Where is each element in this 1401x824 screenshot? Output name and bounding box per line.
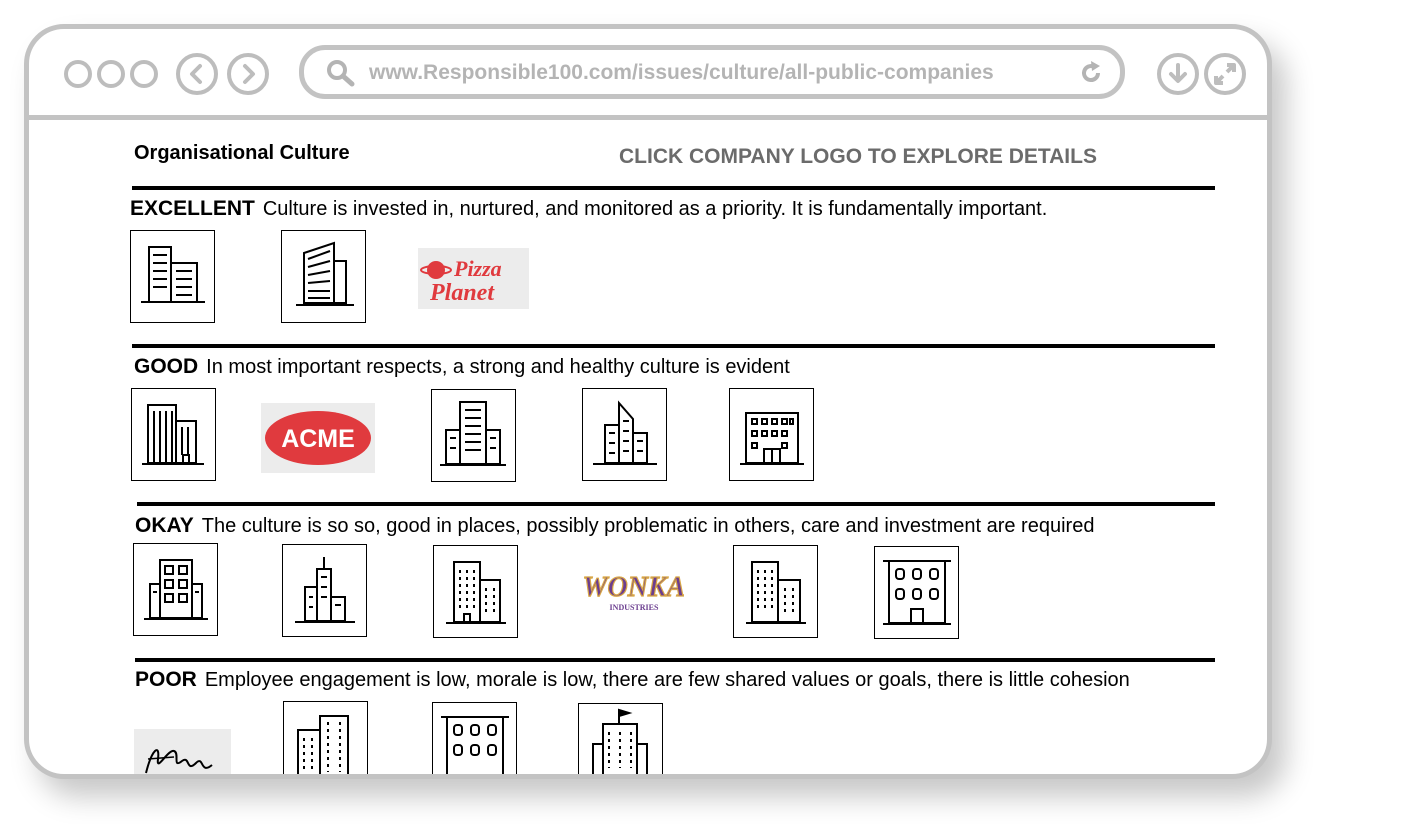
page-content: Organisational Culture CLICK COMPANY LOG… <box>29 120 1267 774</box>
pizza-planet-logo[interactable]: Pizza Planet <box>418 248 529 309</box>
window-dot-icon[interactable] <box>130 60 158 88</box>
wonka-industries-logo[interactable]: WONKA INDUSTRIES <box>584 560 684 622</box>
building-logo-icon[interactable] <box>131 388 216 481</box>
building-logo-icon[interactable] <box>431 389 516 482</box>
section-header-good: GOOD In most important respects, a strong… <box>134 355 790 379</box>
building-logo-icon[interactable] <box>733 545 818 638</box>
search-icon <box>327 60 355 87</box>
section-header-excellent: EXCELLENT Culture is invested in, nurture… <box>130 197 1047 221</box>
section-divider <box>132 186 1215 190</box>
window-dot-icon[interactable] <box>97 60 125 88</box>
rating-description: The culture is so so, good in places, po… <box>201 515 1095 537</box>
building-logo-icon[interactable] <box>582 388 667 481</box>
section-divider <box>137 502 1215 506</box>
svg-text:Pizza: Pizza <box>453 256 502 281</box>
page-title: Organisational Culture <box>134 142 350 164</box>
section-header-okay: OKAY The culture is so so, good in places… <box>135 514 1094 538</box>
section-header-poor: POOR Employee engagement is low, morale i… <box>135 668 1130 692</box>
svg-text:Planet: Planet <box>429 280 495 306</box>
forward-arrow-icon[interactable] <box>227 53 269 95</box>
signature-logo[interactable] <box>134 729 231 774</box>
window-dot-icon[interactable] <box>64 60 92 88</box>
rating-level: POOR <box>135 668 197 691</box>
building-logo-icon[interactable] <box>729 388 814 481</box>
acme-logo[interactable]: ACME <box>261 403 375 473</box>
rating-description: In most important respects, a strong and… <box>206 356 790 378</box>
svg-text:ACME: ACME <box>281 425 355 453</box>
building-logo-icon[interactable] <box>282 544 367 637</box>
section-divider <box>135 658 1215 662</box>
rating-description: Culture is invested in, nurtured, and mo… <box>262 198 1048 220</box>
address-bar[interactable]: www.Responsible100.com/issues/culture/al… <box>299 45 1125 99</box>
building-logo-icon[interactable] <box>283 701 368 774</box>
rating-level: GOOD <box>134 355 199 378</box>
rating-description: Employee engagement is low, morale is lo… <box>204 669 1130 691</box>
browser-toolbar: www.Responsible100.com/issues/culture/al… <box>29 29 1267 120</box>
building-logo-icon[interactable] <box>433 545 518 638</box>
building-logo-icon[interactable] <box>432 702 517 774</box>
browser-window: www.Responsible100.com/issues/culture/al… <box>24 24 1272 779</box>
building-logo-icon[interactable] <box>130 230 215 323</box>
building-logo-icon[interactable] <box>133 543 218 636</box>
section-divider <box>132 344 1215 348</box>
reload-icon[interactable] <box>1078 60 1104 86</box>
download-icon[interactable] <box>1157 53 1199 95</box>
rating-level: OKAY <box>135 514 194 537</box>
rating-level: EXCELLENT <box>130 197 255 220</box>
instruction-text: CLICK COMPANY LOGO TO EXPLORE DETAILS <box>619 145 1097 168</box>
address-url[interactable]: www.Responsible100.com/issues/culture/al… <box>369 61 994 85</box>
building-logo-icon[interactable] <box>874 546 959 639</box>
fullscreen-icon[interactable] <box>1204 53 1246 95</box>
building-logo-icon[interactable] <box>281 230 366 323</box>
svg-text:INDUSTRIES: INDUSTRIES <box>610 603 659 612</box>
svg-text:WONKA: WONKA <box>584 572 684 603</box>
back-arrow-icon[interactable] <box>176 53 218 95</box>
building-logo-icon[interactable] <box>578 703 663 774</box>
